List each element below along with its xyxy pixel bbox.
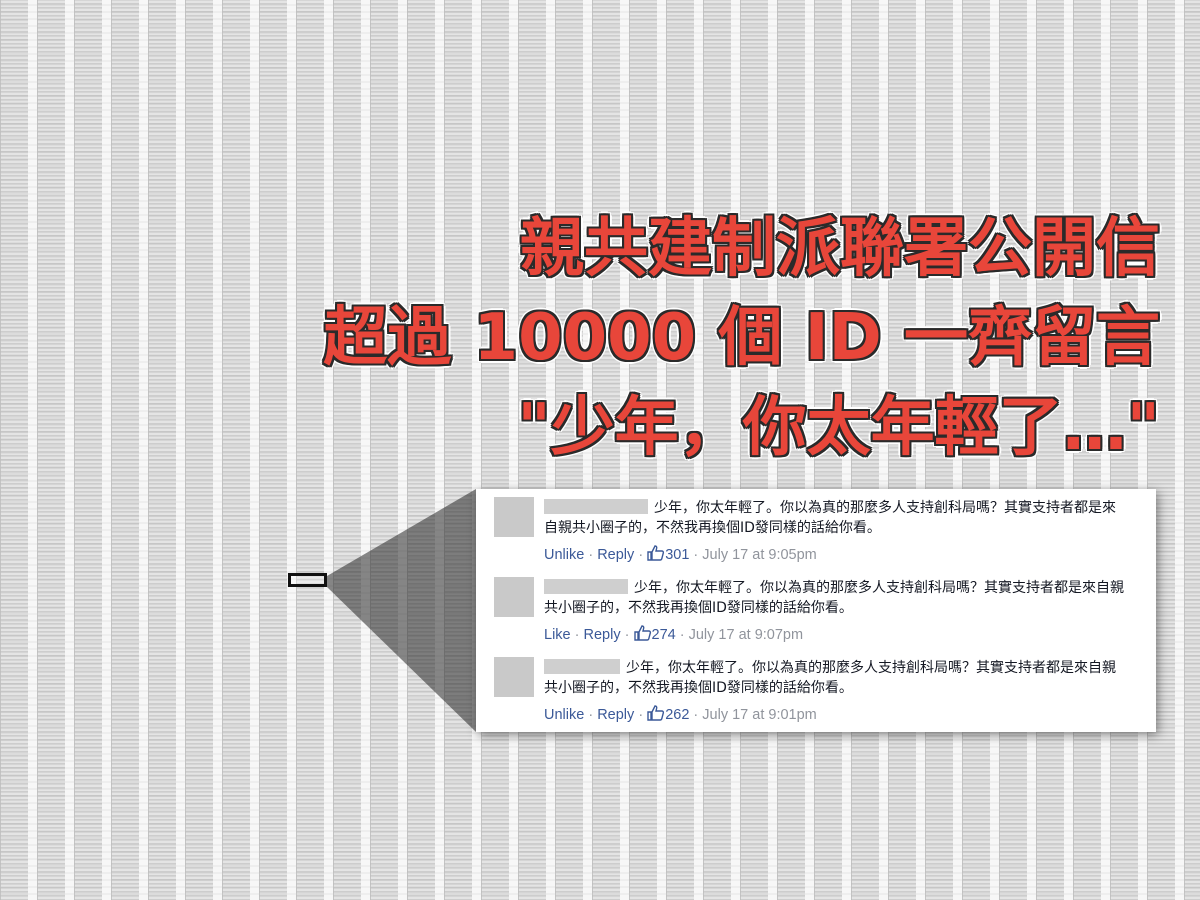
- avatar[interactable]: [494, 497, 534, 537]
- like-count[interactable]: 301: [665, 547, 689, 563]
- comment-timestamp[interactable]: July 17 at 9:01pm: [702, 707, 816, 723]
- comment-text: 少年，你太年輕了。你以為真的那麼多人支持創科局嗎？其實支持者都是來自親共小圈子的…: [544, 578, 1124, 618]
- meta-separator: ·: [638, 547, 644, 563]
- comment-item: 少年，你太年輕了。你以為真的那麼多人支持創科局嗎？其實支持者都是來自親共小圈子的…: [476, 649, 1156, 727]
- commenter-name-redacted[interactable]: [544, 579, 628, 594]
- comment-text: 少年，你太年輕了。你以為真的那麼多人支持創科局嗎？其實支持者都是來自親共小圈子的…: [544, 658, 1124, 698]
- meta-separator: ·: [679, 627, 685, 643]
- thumbs-up-icon: [633, 625, 651, 641]
- comment-body: 少年，你太年輕了。你以為真的那麼多人支持創科局嗎？其實支持者都是來自親共小圈子的…: [544, 580, 1124, 616]
- avatar[interactable]: [494, 657, 534, 697]
- reply-link[interactable]: Reply: [584, 627, 621, 643]
- comment-meta: Unlike · Reply · 301 · July 17 at 9:05pm: [544, 545, 817, 564]
- meta-separator: ·: [638, 707, 644, 723]
- like-count[interactable]: 262: [665, 707, 689, 723]
- unlike-link[interactable]: Unlike: [544, 707, 584, 723]
- comment-timestamp[interactable]: July 17 at 9:05pm: [702, 547, 816, 563]
- comment-meta: Like · Reply · 274 · July 17 at 9:07pm: [544, 625, 803, 644]
- meta-separator: ·: [588, 707, 594, 723]
- thumbs-up-icon: [647, 705, 665, 721]
- unlike-link[interactable]: Unlike: [544, 547, 584, 563]
- comment-item: 少年，你太年輕了。你以為真的那麼多人支持創科局嗎？其實支持者都是來自親共小圈子的…: [476, 569, 1156, 647]
- comment-timestamp[interactable]: July 17 at 9:07pm: [689, 627, 803, 643]
- commenter-name-redacted[interactable]: [544, 499, 648, 514]
- comment-panel: 少年，你太年輕了。你以為真的那麼多人支持創科局嗎？其實支持者都是來自親共小圈子的…: [476, 489, 1156, 732]
- meta-separator: ·: [574, 627, 580, 643]
- zoom-source-box: [288, 573, 327, 587]
- comment-item: 少年，你太年輕了。你以為真的那麼多人支持創科局嗎？其實支持者都是來自親共小圈子的…: [476, 489, 1156, 567]
- commenter-name-redacted[interactable]: [544, 659, 620, 674]
- reply-link[interactable]: Reply: [597, 547, 634, 563]
- comment-meta: Unlike · Reply · 262 · July 17 at 9:01pm: [544, 705, 817, 724]
- meta-separator: ·: [693, 547, 699, 563]
- zoom-callout-wedge: [327, 489, 476, 732]
- comment-body: 少年，你太年輕了。你以為真的那麼多人支持創科局嗎？其實支持者都是來自親共小圈子的…: [544, 660, 1116, 696]
- meta-separator: ·: [588, 547, 594, 563]
- meta-separator: ·: [624, 627, 630, 643]
- avatar[interactable]: [494, 577, 534, 617]
- meta-separator: ·: [693, 707, 699, 723]
- thumbs-up-icon: [647, 545, 665, 561]
- reply-link[interactable]: Reply: [597, 707, 634, 723]
- comment-text: 少年，你太年輕了。你以為真的那麼多人支持創科局嗎？其實支持者都是來自親共小圈子的…: [544, 498, 1124, 538]
- like-link[interactable]: Like: [544, 627, 571, 643]
- like-count[interactable]: 274: [652, 627, 676, 643]
